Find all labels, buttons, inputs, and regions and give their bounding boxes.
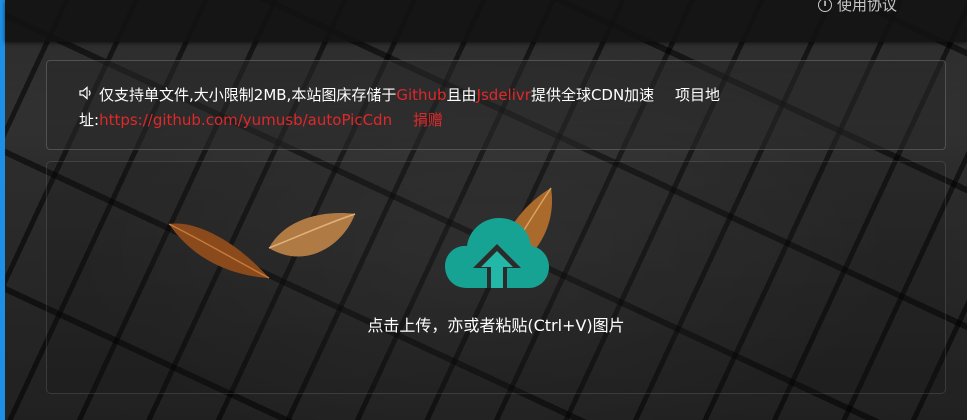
leaf-decoration [268, 213, 356, 257]
notice-box: 仅支持单文件,大小限制2MB,本站图床存储于Github且由Jsdelivr提供… [46, 60, 946, 150]
project-url-link[interactable]: https://github.com/yumusb/autoPicCdn [99, 111, 392, 129]
terms-label: 使用协议 [836, 0, 897, 14]
top-navbar: i 使用协议 [5, 0, 967, 42]
left-accent-bar [0, 0, 5, 420]
terms-link[interactable]: i 使用协议 [817, 0, 897, 15]
upload-dropzone[interactable]: 点击上传，亦或者粘贴(Ctrl+V)图片 [46, 161, 946, 394]
notice-text-2: 且由 [446, 86, 477, 104]
donate-link[interactable]: 捐赠 [413, 111, 443, 129]
info-icon: i [817, 0, 832, 12]
upload-prompt: 点击上传，亦或者粘贴(Ctrl+V)图片 [367, 316, 625, 335]
speaker-icon [79, 83, 95, 108]
leaf-decoration [168, 223, 270, 279]
jsdelivr-link[interactable]: Jsdelivr [477, 86, 531, 104]
notice-text-3: 提供全球CDN加速 [530, 86, 655, 104]
cloud-upload-icon [445, 218, 549, 288]
github-link[interactable]: Github [396, 86, 446, 104]
notice-text-1: 仅支持单文件,大小限制2MB,本站图床存储于 [99, 86, 397, 104]
